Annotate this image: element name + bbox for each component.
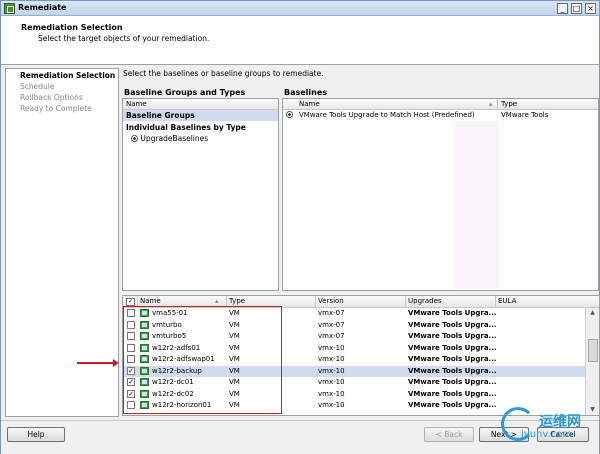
- scroll-up-icon[interactable]: ▲: [587, 308, 598, 318]
- remediate-window: Remediate _ □ × Remediation Selection Se…: [0, 0, 600, 454]
- vm-upgrades: VMware Tools Upgra...: [408, 366, 497, 375]
- col-vm-version[interactable]: Version: [318, 297, 344, 305]
- page-subtitle: Select the target objects of your remedi…: [38, 34, 210, 43]
- scroll-thumb[interactable]: [588, 339, 598, 362]
- baseline-groups-header[interactable]: Name: [123, 99, 278, 110]
- upgrade-baselines-label: UpgradeBaselines: [140, 134, 209, 143]
- sort-icon: ▴: [489, 100, 493, 108]
- wizard-header: Remediation Selection Select the target …: [1, 16, 599, 65]
- select-all-checkbox[interactable]: ✓: [126, 298, 135, 306]
- grid-scrollbar[interactable]: ▲ ▼: [585, 308, 599, 415]
- vm-upgrades: VMware Tools Upgra...: [408, 401, 497, 409]
- watermark-url: iyunv.com: [521, 429, 573, 440]
- window-title: Remediate: [18, 3, 67, 12]
- vm-version: vmx-07: [318, 332, 345, 340]
- baseline-groups-title: Baseline Groups and Types: [124, 88, 246, 97]
- baseline-row[interactable]: VMware Tools Upgrade to Match Host (Pred…: [283, 110, 598, 121]
- minimize-button[interactable]: _: [557, 3, 568, 14]
- wizard-steps: Remediation Selection Schedule Rollback …: [5, 68, 119, 417]
- vm-upgrades: VMware Tools Upgra...: [408, 355, 497, 363]
- vm-version: vmx-10: [318, 366, 345, 375]
- vm-upgrades: VMware Tools Upgra...: [408, 389, 497, 398]
- help-button[interactable]: Help: [7, 427, 65, 442]
- vm-upgrades: VMware Tools Upgra...: [408, 309, 497, 317]
- sort-icon: ▴: [215, 297, 219, 305]
- col-name: Name: [126, 100, 147, 108]
- back-button[interactable]: < Back: [424, 427, 474, 442]
- app-icon: [4, 3, 15, 14]
- vm-version: vmx-10: [318, 343, 345, 352]
- col-vm-upgrades[interactable]: Upgrades: [408, 297, 442, 305]
- baselines-title: Baselines: [284, 88, 328, 97]
- individual-baselines-section: Individual Baselines by Type: [126, 123, 246, 132]
- baseline-groups-row[interactable]: Baseline Groups: [123, 110, 278, 121]
- col-baseline-type[interactable]: Type: [501, 100, 517, 108]
- step-rollback-options: Rollback Options: [20, 93, 83, 102]
- vm-upgrades: VMware Tools Upgra...: [408, 320, 497, 329]
- radio-selected-icon[interactable]: [131, 135, 138, 142]
- vm-version: vmx-10: [318, 355, 345, 363]
- step-remediation-selection[interactable]: Remediation Selection: [20, 71, 115, 80]
- vm-version: vmx-07: [318, 320, 345, 329]
- annotation-highlight-box: [123, 306, 282, 414]
- baselines-panel: Name ▴ Type VMware Tools Upgrade to Matc…: [282, 98, 599, 291]
- baselines-header: Name ▴ Type: [283, 99, 598, 110]
- maximize-button[interactable]: □: [571, 3, 582, 14]
- step-ready-to-complete: Ready to Complete: [20, 104, 92, 113]
- watermark-logo: 运维网 iyunv.com: [501, 403, 600, 453]
- col-vm-type[interactable]: Type: [229, 297, 245, 305]
- upgrade-baselines-option[interactable]: UpgradeBaselines: [131, 134, 208, 143]
- page-title: Remediation Selection: [21, 23, 123, 32]
- radio-selected-icon[interactable]: [286, 111, 293, 118]
- col-baseline-name[interactable]: Name: [299, 100, 320, 108]
- baseline-name: VMware Tools Upgrade to Match Host (Pred…: [299, 111, 475, 119]
- vm-version: vmx-07: [318, 309, 345, 317]
- annotation-arrow-icon: [77, 359, 119, 367]
- vm-version: vmx-10: [318, 401, 345, 409]
- baseline-groups-panel: Name Baseline Groups Individual Baseline…: [122, 98, 279, 291]
- vm-version: vmx-10: [318, 378, 345, 386]
- baseline-type: VMware Tools: [501, 111, 549, 119]
- close-button[interactable]: ×: [585, 3, 596, 14]
- col-vm-name[interactable]: Name: [140, 297, 161, 305]
- col-vm-eula[interactable]: EULA: [498, 297, 516, 305]
- vm-version: vmx-10: [318, 389, 345, 398]
- title-bar: Remediate _ □ ×: [1, 1, 599, 16]
- vm-upgrades: VMware Tools Upgra...: [408, 378, 497, 386]
- instruction-text: Select the baselines or baseline groups …: [123, 69, 324, 78]
- baseline-groups-label: Baseline Groups: [126, 111, 195, 120]
- step-schedule: Schedule: [20, 82, 55, 91]
- watermark-text: 运维网: [539, 414, 581, 430]
- vm-upgrades: VMware Tools Upgra...: [408, 332, 497, 340]
- vm-upgrades: VMware Tools Upgra...: [408, 343, 497, 352]
